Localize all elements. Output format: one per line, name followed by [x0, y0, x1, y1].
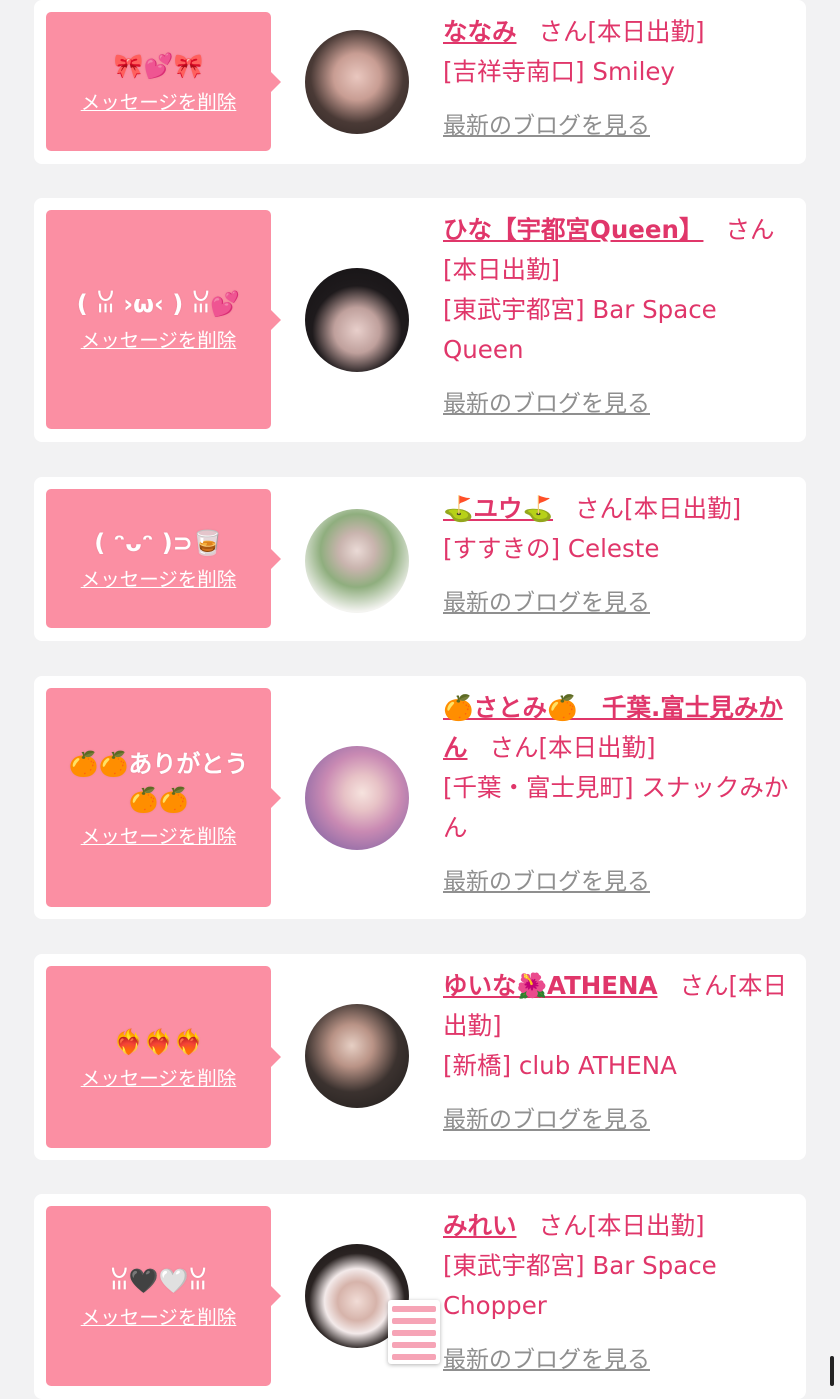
message-card: ( ꈍ ›ω‹ ) ꈍ💕 メッセージを削除 ひな【宇都宮Queen】 さん [本日… — [34, 198, 806, 442]
cast-info: 🍊さとみ🍊 千葉.富士見みかん さん[本日出勤] [千葉・富士見町] スナックみか… — [443, 688, 795, 902]
cast-name-link[interactable]: ななみ — [443, 17, 517, 46]
cast-info: ひな【宇都宮Queen】 さん [本日出勤] [東武宇都宮] Bar Space … — [443, 210, 795, 424]
latest-blog-link[interactable]: 最新のブログを見る — [443, 384, 650, 424]
shop-location: [吉祥寺南口] Smiley — [443, 57, 676, 86]
honorific: さん — [538, 17, 588, 46]
avatar[interactable] — [305, 1004, 409, 1108]
floating-thumbnail[interactable] — [388, 1300, 440, 1364]
cast-name-link[interactable]: ゆいな🌺ATHENA — [443, 971, 657, 1000]
avatar[interactable] — [305, 268, 409, 372]
message-bubble: ( ꈍ ›ω‹ ) ꈍ💕 メッセージを削除 — [46, 210, 281, 429]
message-bubble: 🍊🍊ありがとう🍊🍊 メッセージを削除 — [46, 688, 281, 907]
work-status: [本日出勤] — [624, 494, 742, 523]
cast-info: ゆいな🌺ATHENA さん[本日出勤] [新橋] club ATHENA 最新のブ… — [443, 966, 795, 1140]
honorific: さん — [575, 494, 625, 523]
message-text: ❤️‍🔥❤️‍🔥❤️‍🔥 — [113, 1027, 204, 1056]
cast-info: ななみ さん[本日出勤] [吉祥寺南口] Smiley 最新のブログを見る — [443, 12, 795, 146]
avatar[interactable] — [305, 509, 409, 613]
message-bubble: ( ᵔᴗᵔ )⊃🥃 メッセージを削除 — [46, 489, 281, 628]
cast-name-link[interactable]: ⛳ユウ⛳ — [443, 494, 553, 523]
message-text: ( ꈍ ›ω‹ ) ꈍ💕 — [76, 290, 241, 318]
scrollbar[interactable] — [830, 1356, 834, 1386]
latest-blog-link[interactable]: 最新のブログを見る — [443, 1100, 650, 1140]
honorific: さん — [725, 215, 775, 244]
cast-info: ⛳ユウ⛳ さん[本日出勤] [すすきの] Celeste 最新のブログを見る — [443, 489, 795, 623]
message-bubble: ꈍ🖤🤍ꈍ メッセージを削除 — [46, 1206, 281, 1386]
delete-message-link[interactable]: メッセージを削除 — [81, 86, 237, 115]
delete-message-link[interactable]: メッセージを削除 — [81, 1301, 237, 1330]
cast-info: みれい さん[本日出勤] [東武宇都宮] Bar Space Chopper 最新… — [443, 1206, 795, 1380]
message-text: ꈍ🖤🤍ꈍ — [109, 1266, 208, 1295]
shop-location: [東武宇都宮] Bar Space Queen — [443, 295, 717, 364]
honorific: さん — [489, 733, 539, 762]
message-bubble: ❤️‍🔥❤️‍🔥❤️‍🔥 メッセージを削除 — [46, 966, 281, 1148]
shop-location: [東武宇都宮] Bar Space Chopper — [443, 1251, 717, 1320]
message-bubble: 🎀💕🎀 メッセージを削除 — [46, 12, 281, 151]
avatar[interactable] — [305, 746, 409, 850]
message-text: 🎀💕🎀 — [113, 52, 204, 80]
message-card: ꈍ🖤🤍ꈍ メッセージを削除 みれい さん[本日出勤] [東武宇都宮] Bar Sp… — [34, 1194, 806, 1399]
message-card: 🍊🍊ありがとう🍊🍊 メッセージを削除 🍊さとみ🍊 千葉.富士見みかん さん[本日出… — [34, 676, 806, 919]
delete-message-link[interactable]: メッセージを削除 — [81, 820, 237, 849]
honorific: さん — [538, 1211, 588, 1240]
latest-blog-link[interactable]: 最新のブログを見る — [443, 106, 650, 146]
latest-blog-link[interactable]: 最新のブログを見る — [443, 583, 650, 623]
message-text: ( ᵔᴗᵔ )⊃🥃 — [94, 529, 223, 557]
latest-blog-link[interactable]: 最新のブログを見る — [443, 1340, 650, 1380]
shop-location: [新橋] club ATHENA — [443, 1051, 677, 1080]
latest-blog-link[interactable]: 最新のブログを見る — [443, 862, 650, 902]
avatar[interactable] — [305, 30, 409, 134]
message-card: 🎀💕🎀 メッセージを削除 ななみ さん[本日出勤] [吉祥寺南口] Smiley … — [34, 0, 806, 164]
delete-message-link[interactable]: メッセージを削除 — [81, 324, 237, 353]
work-status: [本日出勤] — [443, 255, 561, 284]
message-card: ❤️‍🔥❤️‍🔥❤️‍🔥 メッセージを削除 ゆいな🌺ATHENA さん[本日出勤]… — [34, 954, 806, 1160]
delete-message-link[interactable]: メッセージを削除 — [81, 563, 237, 592]
shop-location: [千葉・富士見町] スナックみかん — [443, 773, 789, 842]
work-status: [本日出勤] — [587, 17, 705, 46]
delete-message-link[interactable]: メッセージを削除 — [81, 1062, 237, 1091]
cast-name-link[interactable]: ひな【宇都宮Queen】 — [443, 215, 703, 244]
message-card: ( ᵔᴗᵔ )⊃🥃 メッセージを削除 ⛳ユウ⛳ さん[本日出勤] [すすきの] C… — [34, 477, 806, 641]
work-status: [本日出勤] — [538, 733, 656, 762]
cast-name-link[interactable]: みれい — [443, 1211, 517, 1240]
shop-location: [すすきの] Celeste — [443, 534, 660, 563]
work-status: [本日出勤] — [587, 1211, 705, 1240]
message-text: 🍊🍊ありがとう🍊🍊 — [68, 750, 249, 814]
honorific: さん — [679, 971, 729, 1000]
